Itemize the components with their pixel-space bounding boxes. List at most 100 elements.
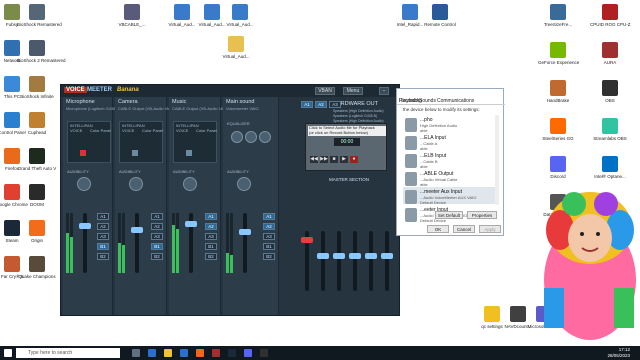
strip-device[interactable]: CABLE Output (VB-Audio 16): [172, 106, 224, 111]
device-list-scrollbar[interactable]: [495, 115, 499, 205]
strip-name[interactable]: Microphone: [66, 99, 95, 105]
task-view-icon[interactable]: [132, 349, 140, 357]
sound-dialog[interactable]: Playback Recording Sounds Communications…: [396, 88, 505, 236]
edge-icon[interactable]: [148, 349, 156, 357]
strip-device[interactable]: Microphone (Logitech G435 B: [66, 106, 119, 111]
discord-taskbar-icon[interactable]: [244, 349, 252, 357]
fader-knob[interactable]: [79, 223, 91, 229]
right-desktop-icon[interactable]: OBS: [590, 80, 630, 103]
left-desktop-icon[interactable]: Origin: [17, 220, 57, 243]
strip-device[interactable]: CABLE Output (VB-Audio Vir: [118, 106, 170, 111]
input-strip[interactable]: Main sound Voicemeeter VAIO EQUALIZER AUD…: [223, 97, 279, 315]
top-desktop-icon[interactable]: Remote Control: [420, 4, 460, 27]
right-desktop-icon[interactable]: GeForce Experience: [538, 42, 579, 65]
device-list-item[interactable]: ...pho High Definition Audio able: [403, 115, 495, 133]
left-desktop-icon[interactable]: BioShock 2 Remastered: [17, 40, 66, 63]
obs-taskbar-icon[interactable]: [260, 349, 268, 357]
forward-button[interactable]: ▶▶: [320, 156, 328, 163]
right-desktop-icon[interactable]: TreeSizeFre...: [538, 4, 578, 27]
strip-name[interactable]: Main sound: [226, 99, 254, 105]
bus-button-a2[interactable]: A2: [263, 223, 275, 230]
file-explorer-icon[interactable]: [164, 349, 172, 357]
input-strip[interactable]: Microphone Microphone (Logitech G435 B I…: [63, 97, 119, 315]
strip-name[interactable]: Camera: [118, 99, 138, 105]
rewind-button[interactable]: ◀◀: [310, 156, 318, 163]
left-desktop-icon[interactable]: Cuphead: [17, 112, 57, 135]
tape-message[interactable]: Click to Select Audio file for Playback …: [308, 125, 386, 136]
intellipan-panel[interactable]: INTELLIPAN VOICE Color Panel: [67, 121, 111, 163]
eq-mid-knob[interactable]: [245, 131, 257, 143]
intellipan-panel[interactable]: INTELLIPAN VOICE Color Panel: [173, 121, 217, 163]
bus-button-b1[interactable]: B1: [151, 243, 163, 250]
fader-track[interactable]: [131, 213, 143, 273]
hw-a2-button[interactable]: A2: [315, 101, 327, 108]
strip-name[interactable]: Music: [172, 99, 186, 105]
left-desktop-icon[interactable]: BioShock Infinite: [17, 76, 57, 99]
master-fader-knob[interactable]: [317, 253, 329, 259]
record-button[interactable]: ●: [350, 156, 358, 163]
start-icon[interactable]: [4, 349, 12, 357]
input-strip[interactable]: Camera CABLE Output (VB-Audio Vir INTELL…: [115, 97, 170, 315]
hw-a1-device[interactable]: Speakers (High Definition Audio): [333, 109, 384, 113]
bus-button-b2[interactable]: B2: [97, 253, 109, 260]
device-list-item[interactable]: ...meeter Aux Input ...Audio VoiceMeeter…: [403, 187, 495, 205]
bus-button-b1[interactable]: B1: [263, 243, 275, 250]
right-desktop-icon[interactable]: HandBrake: [538, 80, 578, 103]
audibility-knob[interactable]: [183, 177, 197, 191]
top-desktop-icon[interactable]: Virtual_Aud...: [216, 36, 256, 59]
bus-button-b2[interactable]: B2: [205, 253, 217, 260]
bus-button-a2[interactable]: A2: [205, 223, 217, 230]
steam-taskbar-icon[interactable]: [228, 349, 236, 357]
bus-button-b2[interactable]: B2: [151, 253, 163, 260]
fader-track[interactable]: [185, 213, 197, 273]
minimize-button[interactable]: –: [379, 87, 389, 95]
bus-button-b2[interactable]: B2: [263, 253, 275, 260]
master-fader-track[interactable]: [381, 231, 393, 291]
bus-button-a3[interactable]: A3: [205, 233, 217, 240]
master-fader-knob[interactable]: [381, 253, 393, 259]
device-list[interactable]: ...pho High Definition Audio able ...ELA…: [403, 115, 495, 223]
right-desktop-icon[interactable]: CPUID ROG CPU-Z: [590, 4, 631, 27]
set-default-button[interactable]: Set Default: [435, 211, 463, 219]
device-list-item[interactable]: ...ELA Input ...Cable A able: [403, 133, 495, 151]
fader-knob[interactable]: [239, 229, 251, 235]
bus-button-a3[interactable]: A3: [151, 233, 163, 240]
cassette-recorder[interactable]: Click to Select Audio file for Playback …: [305, 123, 387, 171]
tab-communications[interactable]: Communications: [437, 98, 474, 104]
audibility-knob[interactable]: [129, 177, 143, 191]
master-fader-track[interactable]: [349, 231, 361, 291]
bus-button-a1[interactable]: A1: [263, 213, 275, 220]
store-icon[interactable]: [180, 349, 188, 357]
bus-button-b1[interactable]: B1: [97, 243, 109, 250]
fader-track[interactable]: [239, 213, 251, 273]
master-fader-track[interactable]: [365, 231, 377, 291]
bus-button-a1[interactable]: A1: [151, 213, 163, 220]
eq-bass-knob[interactable]: [259, 131, 271, 143]
bus-button-a1[interactable]: A1: [205, 213, 217, 220]
play-button[interactable]: ▶: [340, 156, 348, 163]
master-fader-track[interactable]: [317, 231, 329, 291]
hw-a2-device[interactable]: Speakers (Logitech G435 B): [333, 114, 377, 118]
input-strip[interactable]: Music CABLE Output (VB-Audio 16) INTELLI…: [169, 97, 224, 315]
device-list-item[interactable]: ...ABLE Output ...Audio Virtual Cable ab…: [403, 169, 495, 187]
voicemeeter-titlebar[interactable]: VOICE MEETER Banana VBAN Menu –: [61, 85, 399, 97]
hw-a3-button[interactable]: A3: [329, 101, 341, 108]
right-desktop-icon[interactable]: Streamlabs OBS: [590, 118, 630, 141]
right-desktop-icon[interactable]: AURA: [590, 42, 630, 65]
master-fader-track[interactable]: [333, 231, 345, 291]
top-desktop-icon[interactable]: VBCABLE_...: [112, 4, 152, 27]
audibility-knob[interactable]: [237, 177, 251, 191]
firefox-icon[interactable]: [196, 349, 204, 357]
apply-button[interactable]: Apply: [479, 225, 501, 233]
audibility-knob[interactable]: [77, 177, 91, 191]
hw-a1-button[interactable]: A1: [301, 101, 313, 108]
cancel-button[interactable]: Cancel: [453, 225, 475, 233]
properties-button[interactable]: Properties: [467, 211, 497, 219]
fader-knob[interactable]: [131, 227, 143, 233]
left-desktop-icon[interactable]: Grand Theft Auto V: [17, 148, 57, 171]
strip-device[interactable]: Voicemeeter VAIO: [226, 106, 259, 111]
menu-button[interactable]: Menu: [343, 87, 363, 95]
bus-button-a2[interactable]: A2: [151, 223, 163, 230]
pan-dot[interactable]: [186, 150, 192, 156]
top-desktop-icon[interactable]: Virtual_Aud...: [220, 4, 260, 27]
